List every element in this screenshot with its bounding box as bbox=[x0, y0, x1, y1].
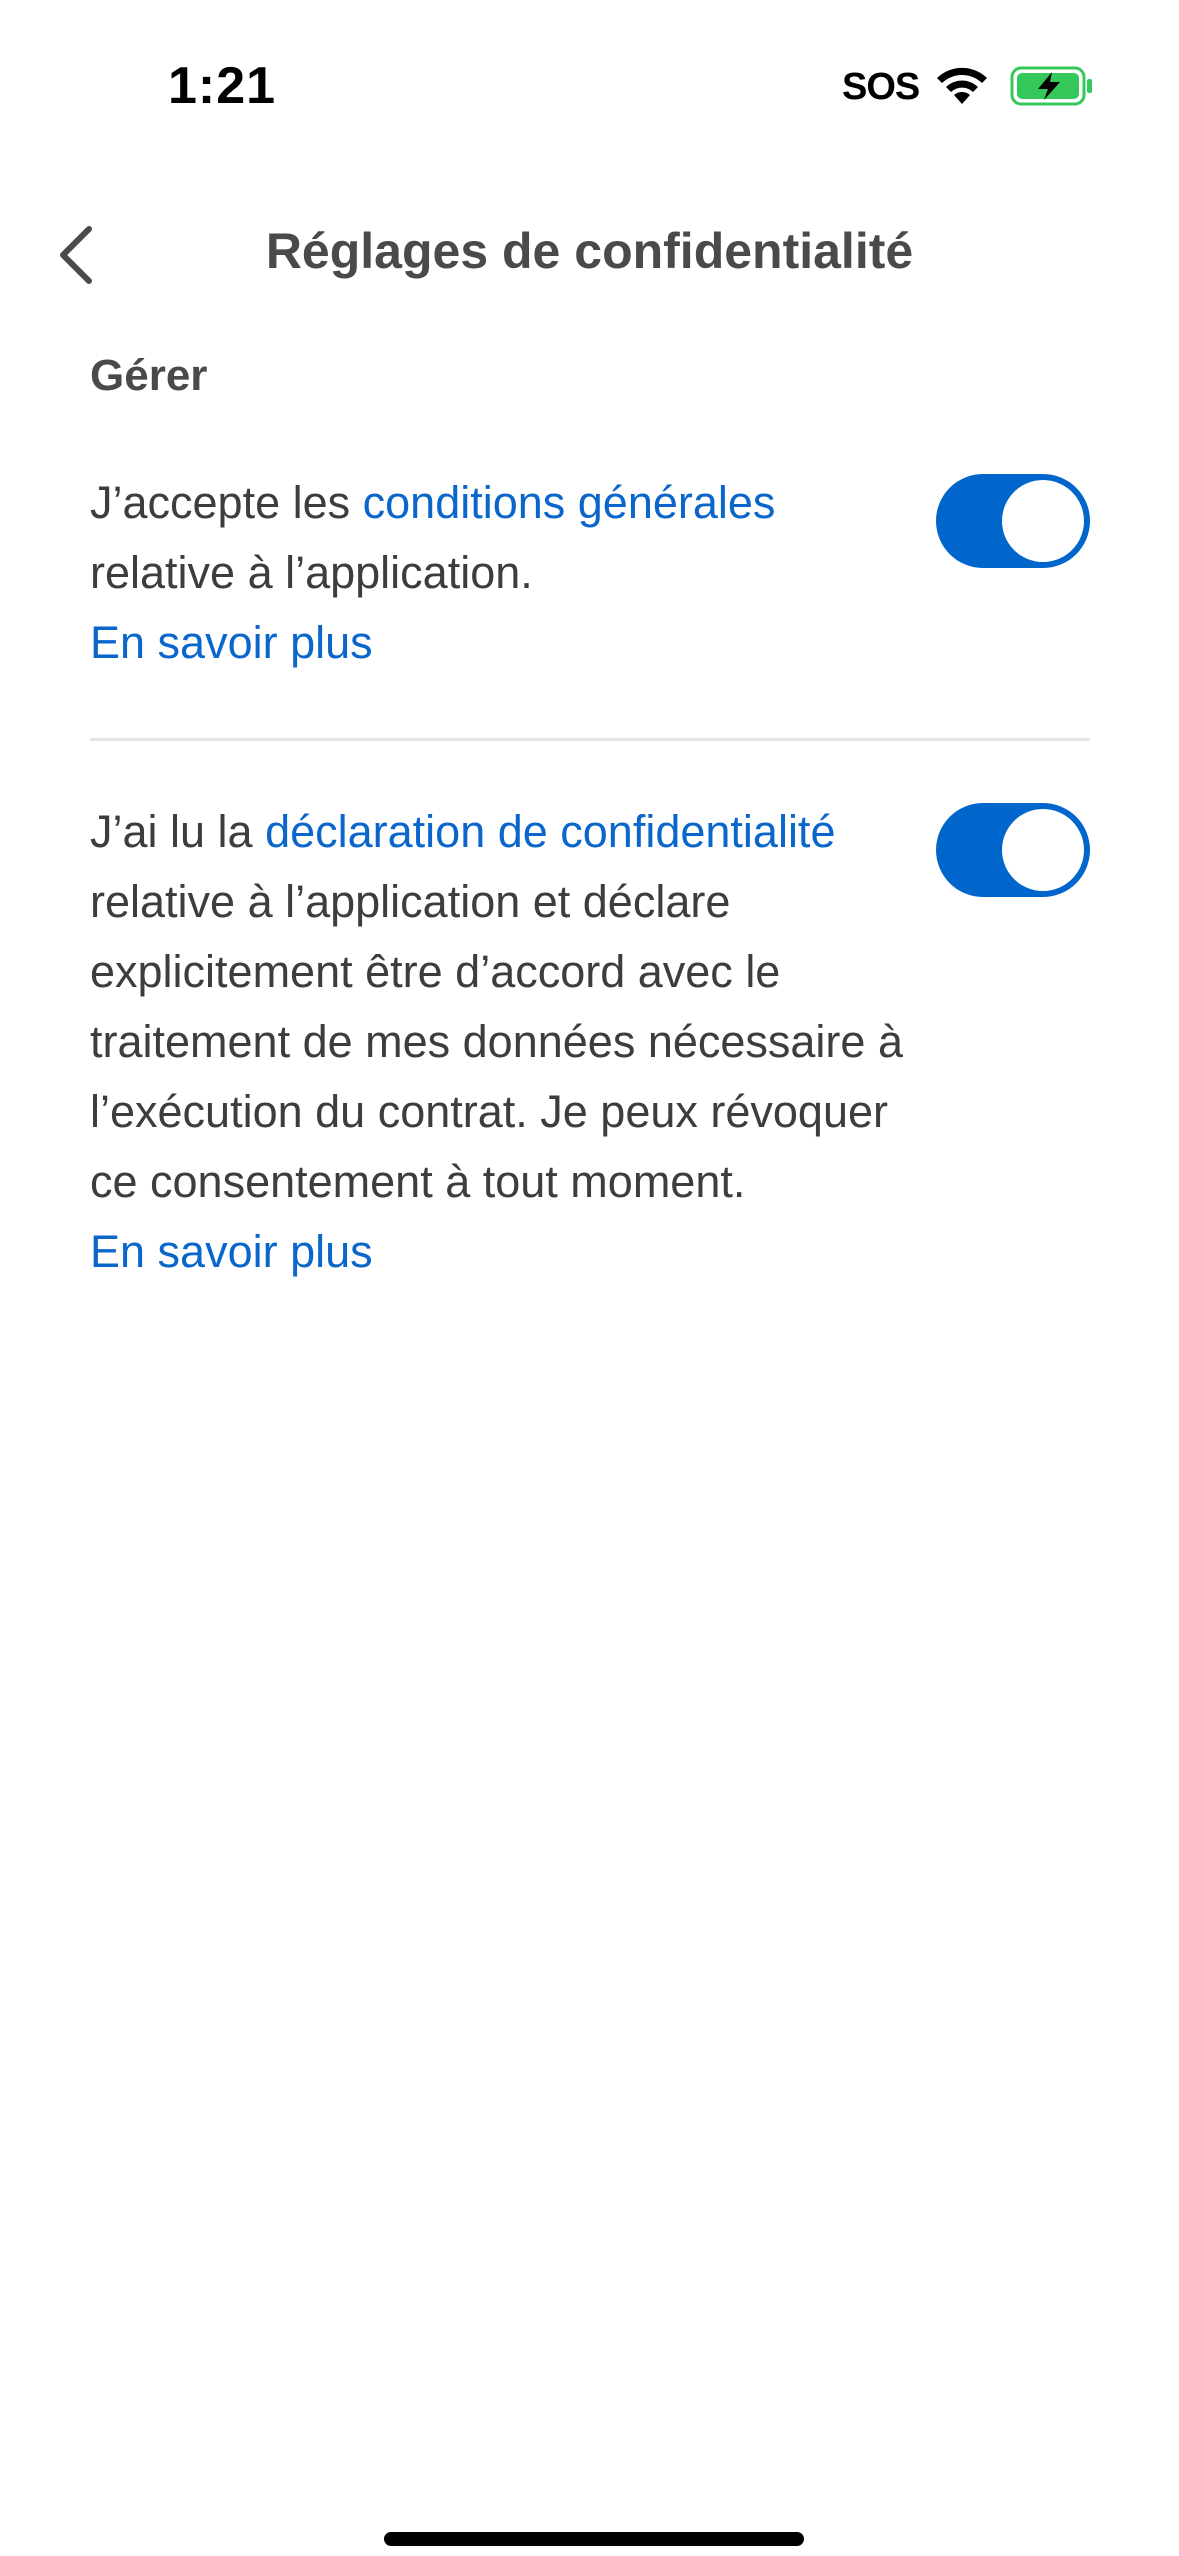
privacy-link[interactable]: déclaration de confidentialité bbox=[265, 806, 835, 857]
battery-charging-icon bbox=[1010, 66, 1092, 106]
toggle-knob bbox=[1002, 480, 1084, 562]
terms-link[interactable]: conditions générales bbox=[363, 477, 776, 528]
home-indicator[interactable] bbox=[384, 2532, 804, 2546]
terms-setting-text: J’accepte les conditions générales relat… bbox=[90, 468, 910, 678]
terms-text-before: J’accepte les bbox=[90, 477, 363, 528]
toggle-knob bbox=[1002, 809, 1084, 891]
privacy-text-before: J’ai lu la bbox=[90, 806, 266, 857]
terms-text-after: relative à l’application. bbox=[90, 547, 533, 598]
privacy-text-after: relative à l’application et déclare expl… bbox=[90, 876, 903, 1207]
terms-toggle[interactable] bbox=[936, 474, 1090, 568]
page-title: Réglages de confidentialité bbox=[265, 223, 914, 279]
settings-content: Gérer J’accepte les conditions générales… bbox=[90, 340, 1090, 1287]
terms-learn-more-link[interactable]: En savoir plus bbox=[90, 608, 910, 678]
privacy-setting-row: J’ai lu la déclaration de confidentialit… bbox=[90, 797, 1090, 1287]
terms-setting-row: J’accepte les conditions générales relat… bbox=[90, 468, 1090, 678]
privacy-setting-text: J’ai lu la déclaration de confidentialit… bbox=[90, 797, 910, 1287]
navigation-bar: Réglages de confidentialité bbox=[0, 190, 1179, 320]
status-bar: 1:21 SOS bbox=[0, 0, 1179, 150]
status-sos: SOS bbox=[842, 66, 920, 108]
status-time: 1:21 bbox=[168, 57, 277, 115]
section-header: Gérer bbox=[90, 351, 208, 400]
divider bbox=[90, 738, 1090, 741]
privacy-learn-more-link[interactable]: En savoir plus bbox=[90, 1217, 910, 1287]
privacy-toggle[interactable] bbox=[936, 803, 1090, 897]
wifi-icon bbox=[937, 67, 987, 104]
